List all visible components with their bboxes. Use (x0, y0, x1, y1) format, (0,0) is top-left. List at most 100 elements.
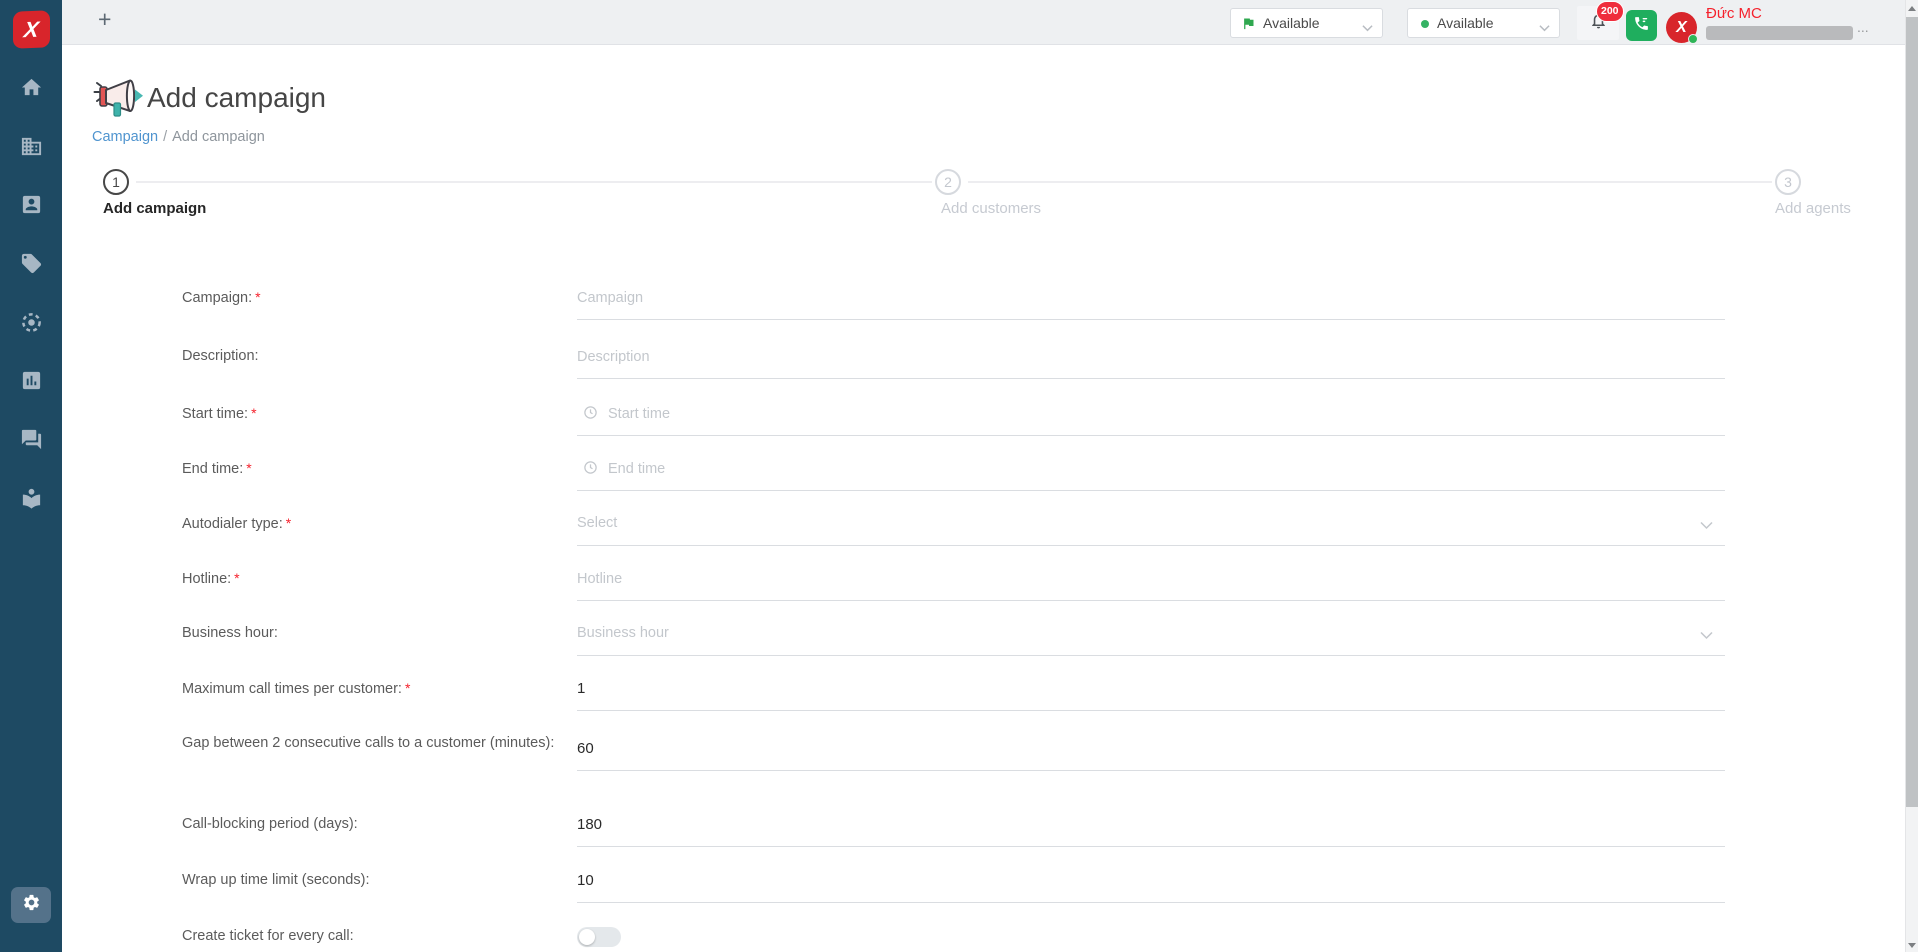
avatar-letter: X (1676, 19, 1687, 37)
step-3-circle: 3 (1775, 169, 1801, 195)
description-input[interactable] (577, 334, 1725, 378)
form-row-hotline: Hotline:* (182, 556, 1725, 601)
sidebar-item-reports[interactable] (0, 363, 62, 403)
field-label: Wrap up time limit (seconds): (182, 858, 574, 903)
autodialer-type-value: Select (577, 501, 1725, 545)
form-row-business-hour: Business hour: Business hour (182, 611, 1725, 656)
call-status-dropdown[interactable]: Available (1407, 8, 1560, 38)
step-1-label: Add campaign (103, 200, 206, 217)
field-label: Call-blocking period (days): (182, 802, 574, 847)
form-row-call-blocking-period: Call-blocking period (days): (182, 802, 1725, 847)
step-connector-line (136, 181, 932, 183)
app-root: X + Availabl (0, 0, 1918, 952)
sidebar-item-tags[interactable] (0, 246, 62, 286)
sidebar-item-company[interactable] (0, 129, 62, 169)
hotline-input-wrap (577, 556, 1725, 601)
start-time-picker[interactable] (577, 391, 1725, 436)
sidebar-item-chat[interactable] (0, 422, 62, 462)
call-blocking-period-input-wrap (577, 802, 1725, 847)
toggle-knob (579, 929, 595, 945)
chat-icon (20, 428, 43, 456)
max-call-times-input[interactable] (577, 666, 1725, 710)
required-marker: * (251, 405, 256, 421)
form-row-description: Description: (182, 334, 1725, 379)
scrollbar-down-arrow[interactable] (1908, 943, 1916, 948)
step-1-circle: 1 (103, 169, 129, 195)
autodialer-type-select[interactable]: Select (577, 501, 1725, 546)
home-icon (20, 76, 43, 104)
reports-icon (20, 369, 43, 397)
step-connector-line (968, 181, 1772, 183)
chevron-down-icon (1700, 517, 1713, 535)
create-ticket-toggle[interactable] (577, 927, 621, 947)
user-name[interactable]: Đức MC (1706, 5, 1762, 22)
chevron-down-icon (1700, 627, 1713, 645)
knowledge-icon (20, 487, 43, 515)
sidebar-item-campaigns[interactable] (0, 305, 62, 345)
form-row-campaign: Campaign:* (182, 275, 1725, 320)
max-call-times-input-wrap (577, 666, 1725, 711)
clock-icon (583, 460, 598, 480)
end-time-input[interactable] (577, 446, 1725, 490)
gap-between-calls-input-wrap (577, 726, 1725, 771)
required-marker: * (255, 289, 260, 305)
user-avatar[interactable]: X (1666, 12, 1697, 43)
sidebar-item-home[interactable] (0, 70, 62, 110)
field-label: Create ticket for every call: (182, 914, 574, 952)
topbar: + Available Available 200 X Đức MC ... (62, 0, 1905, 45)
required-marker: * (286, 515, 291, 531)
scrollbar-up-arrow[interactable] (1908, 6, 1916, 11)
form-row-autodialer-type: Autodialer type:* Select (182, 501, 1725, 546)
step-2-circle: 2 (935, 169, 961, 195)
wrap-up-time-input[interactable] (577, 858, 1725, 902)
breadcrumb-current: Add campaign (172, 129, 265, 145)
online-status-dot (1688, 34, 1698, 44)
start-time-input[interactable] (577, 391, 1725, 435)
step-2-label: Add customers (941, 200, 1041, 217)
field-label: Description: (182, 334, 574, 379)
contacts-icon (20, 193, 43, 221)
megaphone-icon (92, 76, 144, 123)
green-dot-icon (1421, 20, 1429, 28)
sidebar-item-settings[interactable] (11, 887, 51, 923)
field-label: Maximum call times per customer:* (182, 666, 574, 712)
form-row-create-ticket: Create ticket for every call: (182, 914, 1725, 952)
wrap-up-time-input-wrap (577, 858, 1725, 903)
field-label: Campaign:* (182, 275, 574, 321)
sidebar: X (0, 0, 62, 952)
brand-logo[interactable]: X (13, 10, 50, 48)
user-detail-redacted (1706, 26, 1853, 40)
breadcrumb-separator: / (163, 129, 167, 145)
form-row-wrap-up-time: Wrap up time limit (seconds): (182, 858, 1725, 903)
sidebar-item-knowledge[interactable] (0, 481, 62, 521)
brand-logo-letter: X (23, 16, 40, 43)
form-row-start-time: Start time:* (182, 391, 1725, 436)
form-row-gap-between-calls: Gap between 2 consecutive calls to a cus… (182, 726, 1725, 771)
phone-icon (1633, 15, 1650, 37)
clock-icon (583, 405, 598, 425)
sidebar-item-contacts[interactable] (0, 187, 62, 227)
call-button[interactable] (1626, 10, 1657, 41)
end-time-picker[interactable] (577, 446, 1725, 491)
required-marker: * (405, 680, 410, 696)
required-marker: * (246, 460, 251, 476)
field-label: Gap between 2 consecutive calls to a cus… (182, 726, 574, 754)
notification-count-badge: 200 (1596, 1, 1624, 22)
field-label: Start time:* (182, 391, 574, 437)
breadcrumb-campaign-link[interactable]: Campaign (92, 129, 158, 145)
scrollbar-thumb[interactable] (1906, 17, 1918, 807)
field-label: Autodialer type:* (182, 501, 574, 547)
form-row-end-time: End time:* (182, 446, 1725, 491)
hotline-input[interactable] (577, 556, 1725, 600)
call-blocking-period-input[interactable] (577, 802, 1725, 846)
gap-between-calls-input[interactable] (577, 726, 1725, 770)
gear-icon (22, 893, 41, 917)
campaign-input[interactable] (577, 275, 1725, 319)
business-hour-select[interactable]: Business hour (577, 611, 1725, 656)
agent-status-dropdown[interactable]: Available (1230, 8, 1383, 38)
field-label: Hotline:* (182, 556, 574, 602)
agent-status-value: Available (1263, 9, 1320, 37)
new-tab-button[interactable]: + (98, 6, 111, 33)
campaign-target-icon (20, 311, 43, 339)
business-hour-value: Business hour (577, 611, 1725, 655)
